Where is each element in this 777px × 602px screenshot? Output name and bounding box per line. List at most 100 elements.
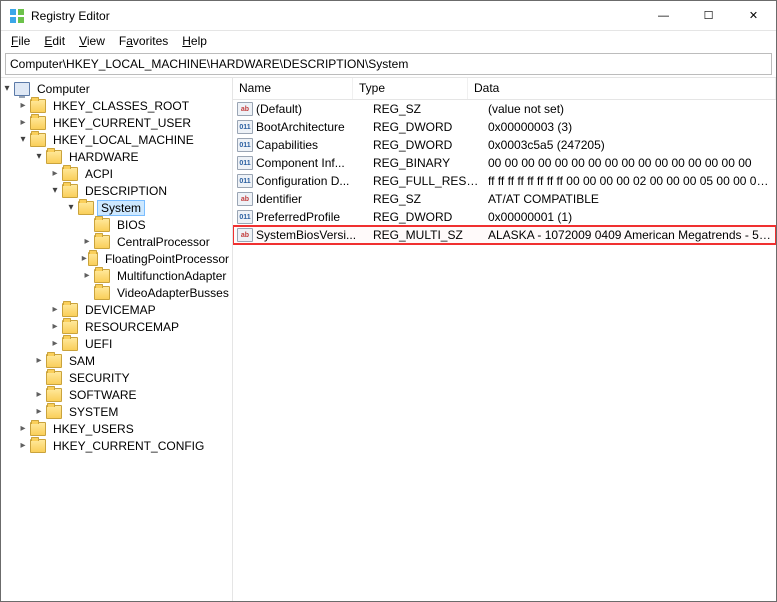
value-row[interactable]: 011Configuration D...REG_FULL_RESOU...ff… xyxy=(233,172,776,190)
tree-label: RESOURCEMAP xyxy=(82,320,182,334)
value-type: REG_FULL_RESOU... xyxy=(373,174,488,188)
expander-icon[interactable] xyxy=(49,185,61,197)
tree-label: HKEY_USERS xyxy=(50,422,137,436)
binary-value-icon: 011 xyxy=(237,174,253,188)
value-row[interactable]: 011PreferredProfileREG_DWORD0x00000001 (… xyxy=(233,208,776,226)
tree-system[interactable]: SYSTEM xyxy=(33,403,232,420)
tree-hku[interactable]: HKEY_USERS xyxy=(17,420,232,437)
tree-hkcc[interactable]: HKEY_CURRENT_CONFIG xyxy=(17,437,232,454)
expander-icon[interactable] xyxy=(49,321,61,333)
menu-favorites[interactable]: Favorites xyxy=(113,33,174,49)
value-name: Identifier xyxy=(256,192,373,206)
tree-hkcu[interactable]: HKEY_CURRENT_USER xyxy=(17,114,232,131)
menu-help[interactable]: Help xyxy=(176,33,213,49)
expander-icon[interactable] xyxy=(65,202,77,214)
tree-hardware[interactable]: HARDWARE xyxy=(33,148,232,165)
expander-icon[interactable] xyxy=(33,355,45,367)
column-name[interactable]: Name xyxy=(233,78,353,99)
close-button[interactable]: ✕ xyxy=(731,1,776,30)
value-data: ff ff ff ff ff ff ff ff 00 00 00 00 02 0… xyxy=(488,174,776,188)
expander-icon[interactable] xyxy=(33,389,45,401)
menu-file[interactable]: File xyxy=(5,33,36,49)
value-row[interactable]: abSystemBiosVersi...REG_MULTI_SZALASKA -… xyxy=(233,226,776,244)
expander-icon[interactable] xyxy=(81,253,87,265)
column-data[interactable]: Data xyxy=(468,78,776,99)
minimize-icon: — xyxy=(658,10,669,22)
folder-icon xyxy=(62,337,78,351)
expander-icon[interactable] xyxy=(81,270,93,282)
tree-uefi[interactable]: UEFI xyxy=(49,335,232,352)
column-headers: Name Type Data xyxy=(233,78,776,100)
tree-devicemap[interactable]: DEVICEMAP xyxy=(49,301,232,318)
column-type[interactable]: Type xyxy=(353,78,468,99)
folder-icon xyxy=(94,269,110,283)
values-list[interactable]: ab(Default)REG_SZ(value not set)011BootA… xyxy=(233,100,776,601)
folder-icon xyxy=(94,218,110,232)
tree-hklm[interactable]: HKEY_LOCAL_MACHINE xyxy=(17,131,232,148)
titlebar: Registry Editor — ☐ ✕ xyxy=(1,1,776,31)
tree-label: SAM xyxy=(66,354,98,368)
value-row[interactable]: abIdentifierREG_SZAT/AT COMPATIBLE xyxy=(233,190,776,208)
close-icon: ✕ xyxy=(749,9,758,22)
address-bar[interactable]: Computer\HKEY_LOCAL_MACHINE\HARDWARE\DES… xyxy=(5,53,772,75)
tree-computer[interactable]: Computer xyxy=(1,80,232,97)
menu-view[interactable]: View xyxy=(73,33,111,49)
binary-value-icon: 011 xyxy=(237,156,253,170)
maximize-button[interactable]: ☐ xyxy=(686,1,731,30)
address-text: Computer\HKEY_LOCAL_MACHINE\HARDWARE\DES… xyxy=(10,57,408,71)
value-data: 00 00 00 00 00 00 00 00 00 00 00 00 00 0… xyxy=(488,156,776,170)
folder-icon xyxy=(94,286,110,300)
value-row[interactable]: 011BootArchitectureREG_DWORD0x00000003 (… xyxy=(233,118,776,136)
folder-icon xyxy=(62,320,78,334)
minimize-button[interactable]: — xyxy=(641,1,686,30)
expander-icon[interactable] xyxy=(1,83,13,95)
expander-icon[interactable] xyxy=(81,236,93,248)
value-type: REG_DWORD xyxy=(373,138,488,152)
expander-icon[interactable] xyxy=(49,168,61,180)
tree-label: Computer xyxy=(34,82,93,96)
tree-resourcemap[interactable]: RESOURCEMAP xyxy=(49,318,232,335)
expander-icon[interactable] xyxy=(49,338,61,350)
tree-software[interactable]: SOFTWARE xyxy=(33,386,232,403)
expander-icon xyxy=(81,287,93,299)
menu-edit[interactable]: Edit xyxy=(38,33,71,49)
tree-security[interactable]: SECURITY xyxy=(33,369,232,386)
string-value-icon: ab xyxy=(237,228,253,242)
tree-pane[interactable]: Computer HKEY_CLASSES_ROOT HKEY_CURRENT_… xyxy=(1,78,233,601)
value-row[interactable]: ab(Default)REG_SZ(value not set) xyxy=(233,100,776,118)
tree-label: BIOS xyxy=(114,218,149,232)
tree-hkcr[interactable]: HKEY_CLASSES_ROOT xyxy=(17,97,232,114)
value-row[interactable]: 011CapabilitiesREG_DWORD0x0003c5a5 (2472… xyxy=(233,136,776,154)
expander-icon[interactable] xyxy=(33,406,45,418)
expander-icon[interactable] xyxy=(49,304,61,316)
tree-system-selected[interactable]: System xyxy=(65,199,232,216)
tree-videoadapter[interactable]: VideoAdapterBusses xyxy=(81,284,232,301)
expander-icon[interactable] xyxy=(17,100,29,112)
value-name: BootArchitecture xyxy=(256,120,373,134)
value-type: REG_BINARY xyxy=(373,156,488,170)
folder-icon xyxy=(46,150,62,164)
tree-floatingpoint[interactable]: FloatingPointProcessor xyxy=(81,250,232,267)
tree-sam[interactable]: SAM xyxy=(33,352,232,369)
expander-icon[interactable] xyxy=(17,134,29,146)
folder-icon xyxy=(46,388,62,402)
tree-description[interactable]: DESCRIPTION xyxy=(49,182,232,199)
value-row[interactable]: 011Component Inf...REG_BINARY00 00 00 00… xyxy=(233,154,776,172)
window-controls: — ☐ ✕ xyxy=(641,1,776,30)
value-name: Capabilities xyxy=(256,138,373,152)
tree-bios[interactable]: BIOS xyxy=(81,216,232,233)
tree-label: DESCRIPTION xyxy=(82,184,170,198)
folder-icon xyxy=(62,303,78,317)
tree-acpi[interactable]: ACPI xyxy=(49,165,232,182)
tree-centralprocessor[interactable]: CentralProcessor xyxy=(81,233,232,250)
expander-icon[interactable] xyxy=(33,151,45,163)
tree-label: SYSTEM xyxy=(66,405,121,419)
expander-icon[interactable] xyxy=(17,440,29,452)
tree-multifunction[interactable]: MultifunctionAdapter xyxy=(81,267,232,284)
folder-icon xyxy=(30,133,46,147)
expander-icon[interactable] xyxy=(17,117,29,129)
expander-icon[interactable] xyxy=(17,423,29,435)
tree-label: ACPI xyxy=(82,167,116,181)
tree-label: MultifunctionAdapter xyxy=(114,269,229,283)
value-name: (Default) xyxy=(256,102,373,116)
